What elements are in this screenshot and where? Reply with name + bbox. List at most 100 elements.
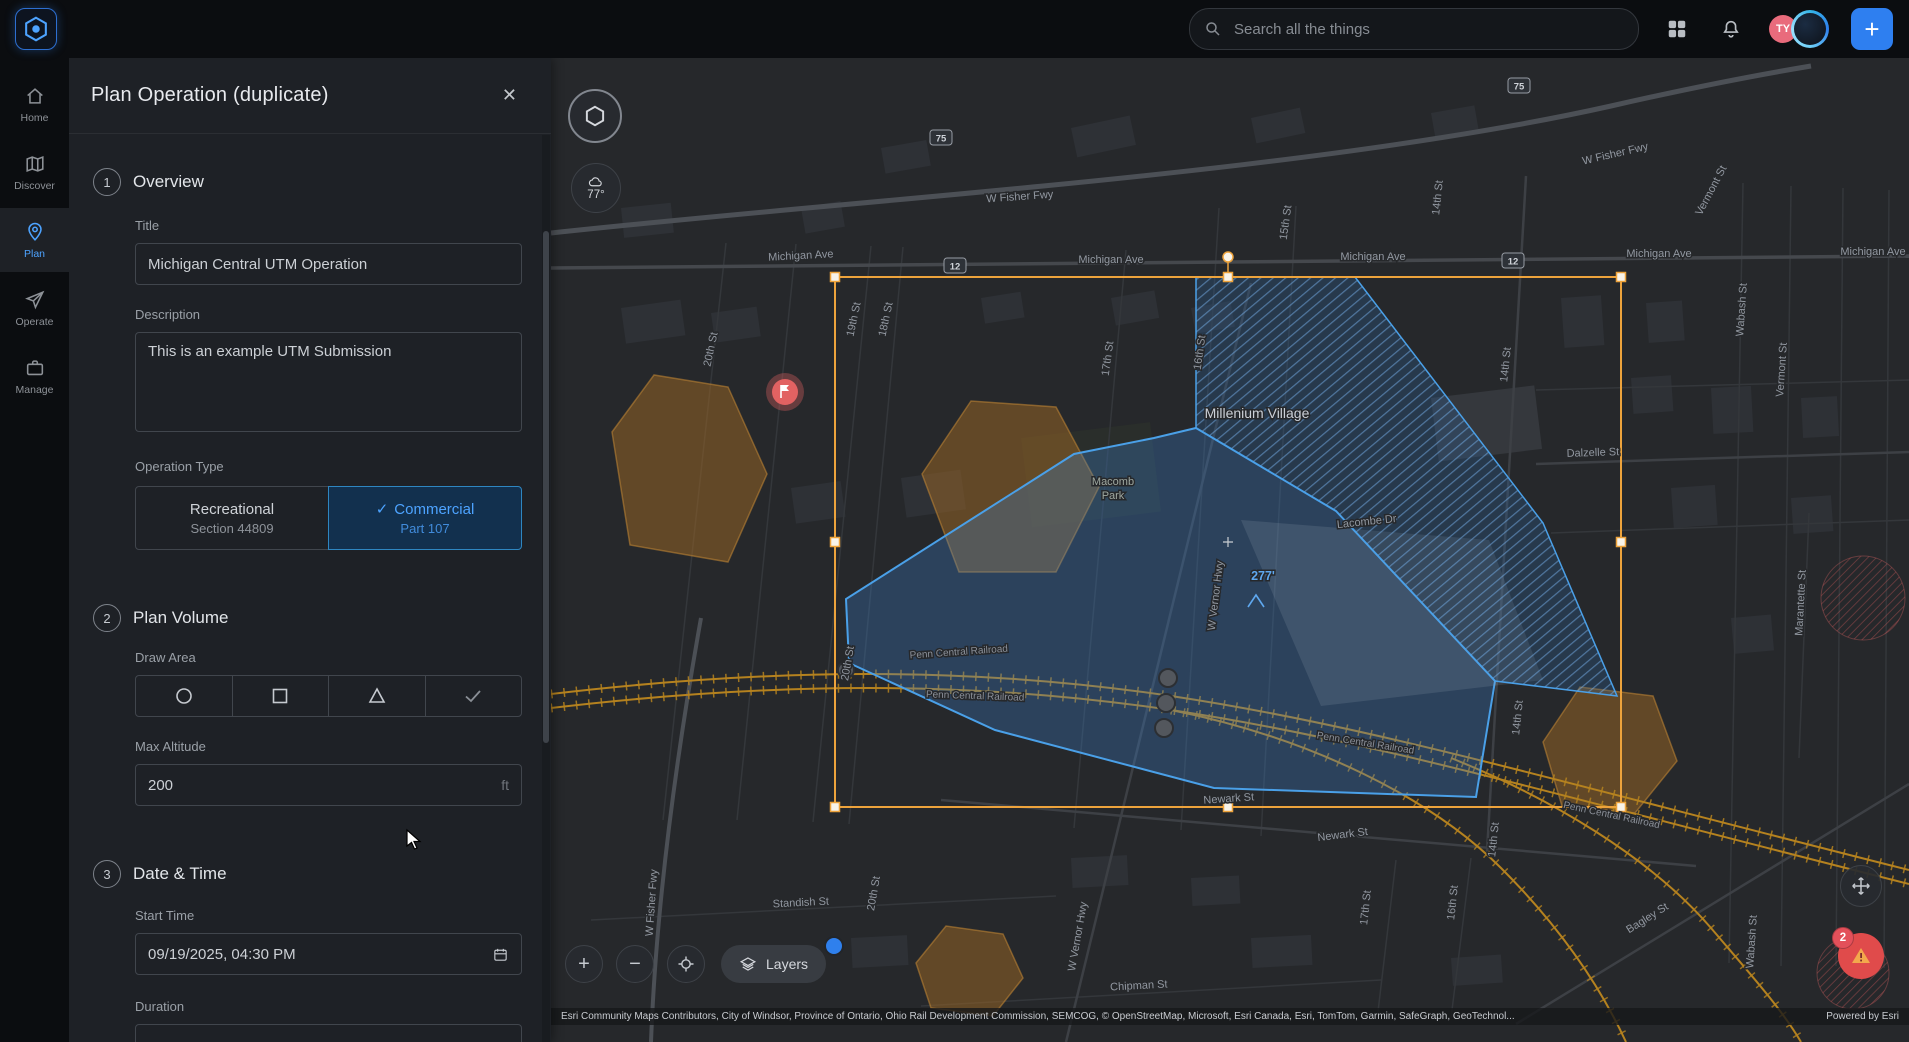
hexagon-logo-icon	[21, 14, 51, 44]
svg-text:Dalzelle St: Dalzelle St	[1566, 446, 1619, 460]
commercial-option[interactable]: ✓ Commercial Part 107	[328, 486, 522, 550]
sidebar-item-operate[interactable]: Operate	[0, 276, 69, 340]
app-logo[interactable]	[15, 8, 57, 50]
max-altitude-input[interactable]: 200 ft	[135, 764, 522, 806]
hexagon-icon	[582, 103, 608, 129]
svg-text:277': 277'	[1251, 569, 1275, 583]
alerts-count-badge: 2	[1832, 927, 1854, 949]
cloud-icon	[588, 175, 605, 188]
svg-text:75: 75	[1514, 82, 1525, 93]
home-icon	[24, 85, 46, 107]
panel-title: Plan Operation (duplicate)	[91, 84, 329, 107]
user-menu[interactable]: TY	[1769, 9, 1829, 49]
temperature: 77°	[587, 189, 604, 201]
sidebar-item-plan[interactable]: Plan	[0, 208, 69, 272]
incident-marker[interactable]	[766, 373, 804, 411]
attribution-text: Esri Community Maps Contributors, City o…	[561, 1008, 1515, 1025]
panel-header: Plan Operation (duplicate) ✕	[69, 58, 551, 134]
start-time-input[interactable]: 09/19/2025, 04:30 PM	[135, 933, 522, 975]
section-heading-overview: Overview	[133, 172, 204, 192]
map-canvas[interactable]: 75 75 12 12 Michigan Ave Michigan Ave Michiga…	[551, 58, 1909, 1042]
svg-text:Michigan Ave: Michigan Ave	[1840, 246, 1905, 258]
zoom-out-button[interactable]: −	[616, 945, 654, 983]
map-svg[interactable]: 75 75 12 12 Michigan Ave Michigan Ave Michiga…	[551, 58, 1909, 1042]
duration-label: Duration	[135, 999, 551, 1014]
section-number-2: 2	[93, 604, 121, 632]
paper-plane-icon	[24, 289, 46, 311]
svg-text:Macomb: Macomb	[1092, 476, 1134, 488]
draw-tools-group	[135, 675, 522, 717]
briefcase-icon	[24, 357, 46, 379]
draw-area-label: Draw Area	[135, 650, 551, 665]
basemap-hexagon-button[interactable]	[568, 89, 622, 143]
zoom-in-button[interactable]: +	[565, 945, 603, 983]
description-input[interactable]: This is an example UTM Submission	[135, 332, 522, 432]
check-icon	[461, 684, 485, 708]
locate-button[interactable]	[667, 945, 705, 983]
operation-type-group: Recreational Section 44809 ✓ Commercial …	[135, 486, 522, 550]
sidebar-item-discover[interactable]: Discover	[0, 140, 69, 204]
bell-icon	[1720, 18, 1742, 40]
search-input[interactable]	[1232, 20, 1624, 39]
svg-text:12: 12	[1508, 257, 1519, 268]
apps-grid-button[interactable]	[1661, 13, 1693, 45]
svg-text:Michigan Ave: Michigan Ave	[1340, 251, 1405, 263]
altitude-unit: ft	[501, 777, 509, 793]
polygon-tool-icon	[365, 684, 389, 708]
move-icon	[1850, 875, 1872, 897]
location-pin-icon	[24, 221, 46, 243]
calendar-icon	[492, 946, 509, 963]
svg-text:Michigan Ave: Michigan Ave	[1626, 248, 1691, 260]
close-button[interactable]: ✕	[498, 81, 521, 110]
section-overview: 1 Overview	[93, 168, 551, 196]
grid-icon	[1666, 18, 1688, 40]
topbar: TY +	[0, 0, 1909, 58]
warning-triangle-icon	[1849, 944, 1873, 968]
section-plan-volume: 2 Plan Volume	[93, 604, 551, 632]
draw-polygon-tool-button[interactable]	[328, 675, 426, 717]
circle-tool-icon	[172, 684, 196, 708]
section-date-time: 3 Date & Time	[93, 860, 551, 888]
section-heading-plan-volume: Plan Volume	[133, 608, 228, 628]
confirm-draw-button[interactable]	[425, 675, 523, 717]
map-attribution: Esri Community Maps Contributors, City o…	[551, 1008, 1909, 1025]
duration-input[interactable]	[135, 1024, 522, 1042]
scrollbar-thumb[interactable]	[543, 231, 549, 743]
sidebar-item-manage[interactable]: Manage	[0, 344, 69, 408]
locate-icon	[676, 954, 696, 974]
description-label: Description	[135, 307, 551, 322]
panel-scrollbar[interactable]	[542, 135, 550, 1042]
weather-widget[interactable]: 77°	[571, 163, 621, 213]
sidebar: Home Discover Plan Operate Manage	[0, 58, 69, 1042]
svg-text:Park: Park	[1102, 490, 1125, 502]
rectangle-tool-icon	[268, 684, 292, 708]
recreational-option[interactable]: Recreational Section 44809	[135, 486, 329, 550]
plan-operation-panel: Plan Operation (duplicate) ✕ 1 Overview …	[69, 58, 551, 1042]
create-button[interactable]: +	[1851, 8, 1893, 50]
check-icon: ✓	[376, 500, 389, 518]
svg-text:75: 75	[936, 134, 947, 145]
draw-rectangle-tool-button[interactable]	[232, 675, 330, 717]
max-altitude-label: Max Altitude	[135, 739, 551, 754]
layers-icon	[739, 955, 757, 973]
section-heading-date-time: Date & Time	[133, 864, 227, 884]
pan-mode-button[interactable]	[1840, 865, 1882, 907]
operation-type-label: Operation Type	[135, 459, 551, 474]
section-number-3: 3	[93, 860, 121, 888]
global-search[interactable]	[1189, 8, 1639, 50]
search-icon	[1204, 20, 1222, 38]
sidebar-item-home[interactable]: Home	[0, 72, 69, 136]
svg-text:Michigan Ave: Michigan Ave	[1078, 254, 1143, 266]
title-label: Title	[135, 218, 551, 233]
title-input[interactable]	[135, 243, 522, 285]
powered-by-esri: Powered by Esri	[1826, 1008, 1899, 1025]
layers-notification-dot	[824, 936, 844, 956]
map-icon	[24, 153, 46, 175]
draw-circle-tool-button[interactable]	[135, 675, 233, 717]
svg-text:12: 12	[950, 262, 961, 273]
org-logo	[1791, 10, 1829, 48]
layers-button[interactable]: Layers	[721, 945, 826, 983]
start-time-label: Start Time	[135, 908, 551, 923]
rotate-handle[interactable]	[1223, 252, 1233, 262]
notifications-button[interactable]	[1715, 13, 1747, 45]
